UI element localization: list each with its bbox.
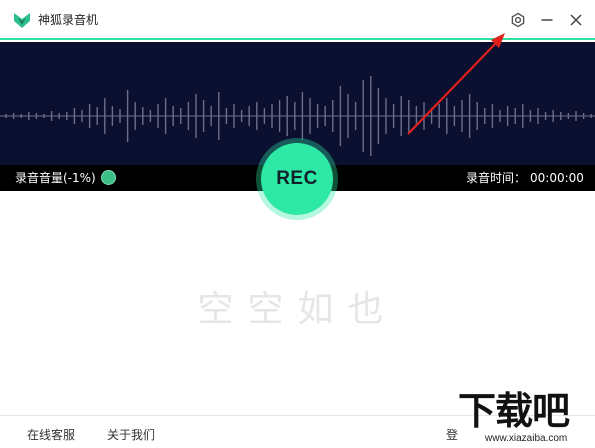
recorder-window: 神狐录音机 录音音量(-1%) 录音时间： 00:00:00 REC 空空如也 …	[0, 0, 595, 448]
annotation-arrow	[407, 33, 505, 135]
